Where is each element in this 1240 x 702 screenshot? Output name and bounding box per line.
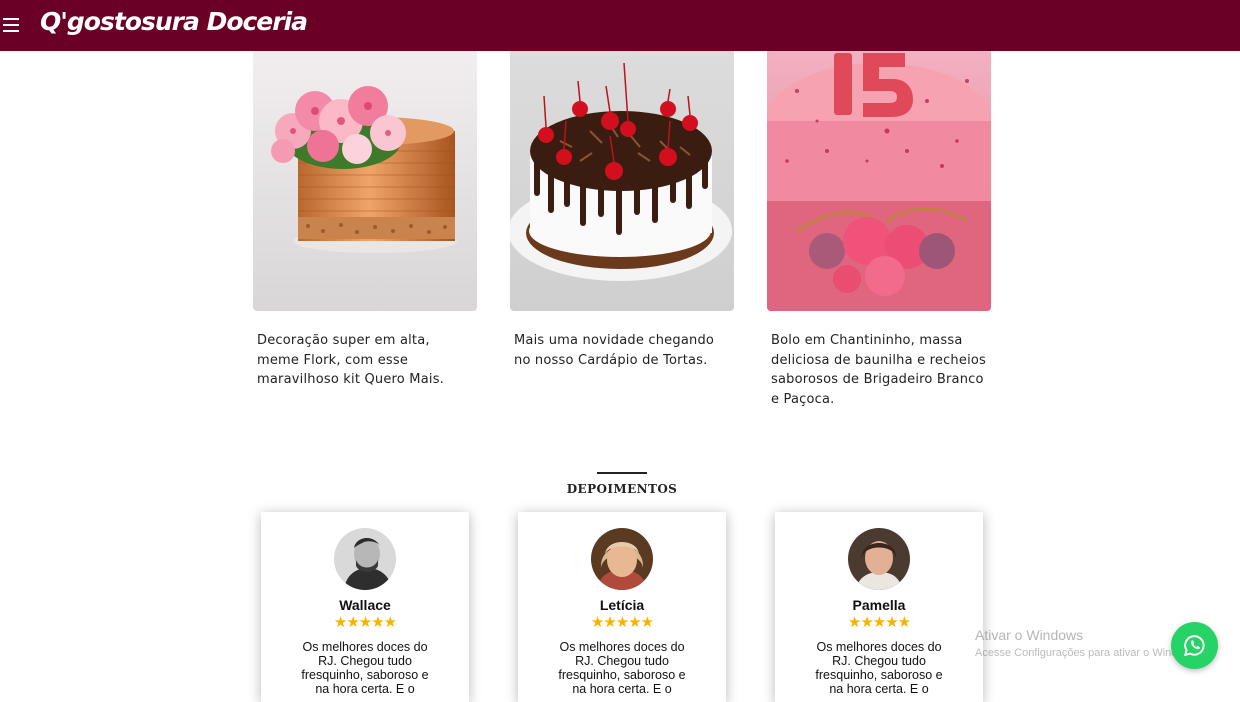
- avatar: [848, 528, 910, 590]
- product-card: Mais uma novidade chegando no nosso Card…: [510, 51, 734, 370]
- testimonial-text: Os melhores doces do RJ. Chegou tudo fre…: [301, 640, 429, 696]
- product-card: Decoração super em alta, meme Flork, com…: [253, 51, 477, 390]
- testimonial-card: Letícia ★★★★★ Os melhores doces do RJ. C…: [518, 512, 726, 702]
- windows-activation-title: Ativar o Windows: [975, 627, 1084, 643]
- star-rating-icon: ★★★★★: [590, 613, 654, 631]
- avatar: [334, 528, 396, 590]
- testimonial-card: Pamella ★★★★★ Os melhores doces do RJ. C…: [775, 512, 983, 702]
- whatsapp-icon: [1183, 635, 1205, 657]
- product-caption: Decoração super em alta, meme Flork, com…: [257, 333, 444, 387]
- product-image-pink-cake[interactable]: [767, 51, 991, 311]
- testimonial-text: Os melhores doces do RJ. Chegou tudo fre…: [815, 640, 943, 696]
- star-rating-icon: ★★★★★: [847, 613, 911, 631]
- whatsapp-button[interactable]: [1171, 622, 1218, 669]
- product-card: Bolo em Chantininho, massa deliciosa de …: [767, 51, 991, 409]
- testimonial-name: Wallace: [339, 597, 391, 613]
- top-navbar: Q'gostosura Doceria: [0, 0, 1240, 51]
- windows-activation-subtitle: Acesse Configurações para ativar o Windo…: [975, 647, 1175, 659]
- testimonial-card: Wallace ★★★★★ Os melhores doces do RJ. C…: [261, 512, 469, 702]
- star-rating-icon: ★★★★★: [333, 613, 397, 631]
- section-title: DEPOIMENTOS: [566, 482, 678, 496]
- testimonial-name: Letícia: [599, 597, 645, 613]
- product-caption: Bolo em Chantininho, massa deliciosa de …: [771, 333, 987, 407]
- product-image-orange-cake[interactable]: [253, 51, 477, 311]
- brand-logo[interactable]: Q'gostosura Doceria: [40, 7, 308, 36]
- product-image-chocolate-cake[interactable]: [510, 51, 734, 311]
- testimonial-text: Os melhores doces do RJ. Chegou tudo fre…: [558, 640, 686, 696]
- product-caption: Mais uma novidade chegando no nosso Card…: [514, 333, 715, 368]
- avatar: [591, 528, 653, 590]
- section-divider: [597, 472, 647, 474]
- hamburger-menu-icon[interactable]: [3, 13, 20, 37]
- testimonial-name: Pamella: [852, 597, 906, 613]
